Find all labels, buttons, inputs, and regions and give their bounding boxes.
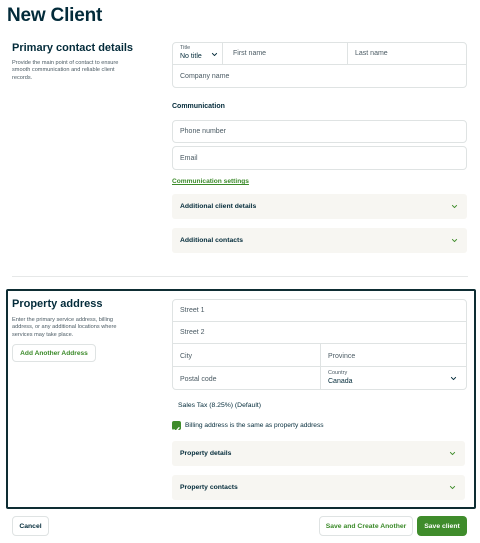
street-1-field[interactable]: Street 1	[172, 299, 467, 322]
additional-client-details-accordion[interactable]: Additional client details	[172, 194, 467, 219]
postal-code-placeholder: Postal code	[180, 376, 217, 383]
sales-tax-text: Sales Tax (8.25%) (Default)	[178, 402, 261, 409]
chevron-down-icon	[211, 52, 218, 57]
city-placeholder: City	[180, 353, 193, 360]
property-contacts-accordion[interactable]: Property contacts	[172, 475, 465, 500]
chevron-down-icon	[451, 204, 458, 209]
last-name-placeholder: Last name	[355, 50, 388, 57]
check-icon	[173, 427, 180, 433]
chevron-down-icon	[449, 451, 456, 456]
country-select[interactable]: Country Canada	[320, 366, 467, 390]
page-title: New Client	[7, 5, 103, 26]
phone-number-placeholder: Phone number	[180, 128, 226, 135]
billing-same-label: Billing address is the same as property …	[185, 422, 324, 429]
save-client-button[interactable]: Save client	[417, 516, 467, 536]
property-address-description: Enter the primary service address, billi…	[12, 317, 117, 338]
email-placeholder: Email	[180, 155, 198, 162]
last-name-field[interactable]: Last name	[347, 42, 467, 65]
street-2-placeholder: Street 2	[180, 329, 205, 336]
property-contacts-label: Property contacts	[180, 484, 238, 491]
postal-code-field[interactable]: Postal code	[172, 366, 321, 390]
company-name-placeholder: Company name	[180, 73, 230, 80]
additional-client-details-label: Additional client details	[180, 203, 257, 210]
street-1-placeholder: Street 1	[180, 307, 205, 314]
communication-heading: Communication	[172, 103, 225, 110]
additional-contacts-label: Additional contacts	[180, 237, 244, 244]
cancel-button[interactable]: Cancel	[12, 516, 49, 536]
save-and-create-another-button[interactable]: Save and Create Another	[319, 516, 413, 536]
email-field[interactable]: Email	[172, 146, 467, 170]
property-details-accordion[interactable]: Property details	[172, 441, 465, 466]
add-another-address-button[interactable]: Add Another Address	[12, 344, 96, 362]
chevron-down-icon	[451, 238, 458, 243]
province-placeholder: Province	[328, 353, 356, 360]
primary-contact-description: Provide the main point of contact to ens…	[12, 60, 119, 81]
section-divider	[12, 276, 468, 277]
title-select-label: Title	[180, 45, 191, 51]
first-name-placeholder: First name	[233, 50, 267, 57]
city-field[interactable]: City	[172, 343, 321, 367]
chevron-down-icon	[449, 485, 456, 490]
phone-number-field[interactable]: Phone number	[172, 120, 467, 143]
communication-settings-link[interactable]: Communication settings	[172, 178, 249, 185]
chevron-down-icon	[450, 376, 457, 381]
country-label: Country	[328, 370, 348, 376]
province-field[interactable]: Province	[320, 343, 467, 367]
title-select[interactable]: Title No title	[172, 42, 223, 65]
property-details-label: Property details	[180, 450, 232, 457]
primary-contact-heading: Primary contact details	[12, 42, 134, 54]
first-name-field[interactable]: First name	[222, 42, 348, 65]
additional-contacts-accordion[interactable]: Additional contacts	[172, 228, 467, 253]
company-name-field[interactable]: Company name	[172, 64, 467, 88]
billing-same-checkbox[interactable]	[172, 421, 181, 433]
street-2-field[interactable]: Street 2	[172, 321, 467, 344]
title-select-value: No title	[180, 53, 202, 60]
country-value: Canada	[328, 378, 353, 385]
property-address-heading: Property address	[12, 298, 103, 310]
